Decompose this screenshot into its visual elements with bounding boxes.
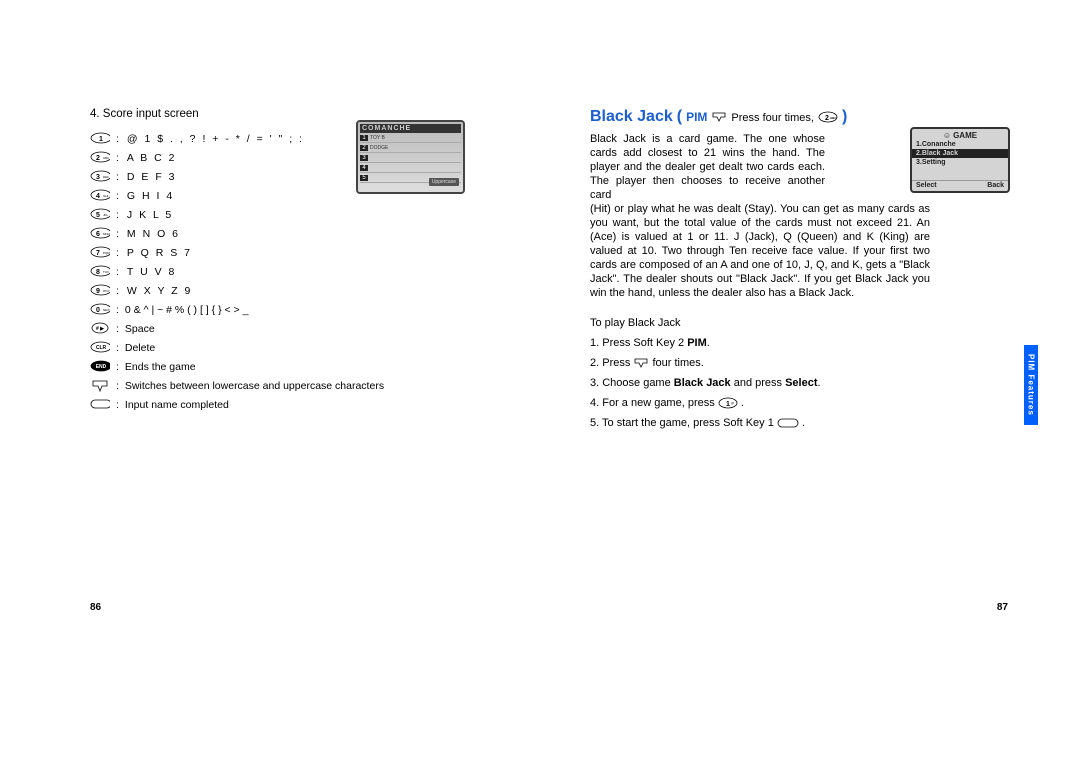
svg-text:END: END [96,364,107,370]
key-mapping-text: :G H I 4 [116,189,174,203]
svg-text:JKL: JKL [103,213,109,217]
svg-text:ABC: ABC [830,116,837,120]
key-ok-icon [90,398,110,410]
key-row: 8TUV :T U V 8 [90,265,480,279]
svg-text:DEF: DEF [103,175,109,179]
svg-text:6: 6 [96,231,100,238]
svg-text:4: 4 [96,193,100,200]
key-mapping-text: :Space [116,322,155,336]
key-mapping-text: :P Q R S 7 [116,246,192,260]
black-jack-intro: Black Jack is a card game. The one whose… [590,132,825,202]
key-mapping-text: :@ 1 $ . , ? ! + - * / = ' " ; : [116,132,304,146]
section-tab: PIM Features [1024,345,1038,425]
key-mapping-text: :0 & ^ | ~ # % ( ) [ ] { } < > _ [116,303,248,317]
key-2-icon: 2ABC [818,108,838,126]
instruction-step: 3. Choose game Black Jack and press Sele… [590,376,1020,390]
key-row: :Switches between lowercase and uppercas… [90,379,480,393]
svg-text:2: 2 [825,115,829,122]
key-row: # ▶ :Space [90,322,480,336]
instruction-step: 2. Press four times. [590,356,1020,370]
key-end-icon: END [90,360,110,372]
svg-text:1: 1 [726,401,730,408]
key-mapping-text: :Switches between lowercase and uppercas… [116,379,384,393]
svg-text:3: 3 [96,174,100,181]
svg-text:MNO: MNO [103,232,110,236]
key-row: :Input name completed [90,398,480,412]
key-row: CLR :Delete [90,341,480,355]
key-row: 7PQRS :P Q R S 7 [90,246,480,260]
svg-text:ABC: ABC [103,156,110,160]
key-7-icon: 7PQRS [90,246,110,258]
screenshot-title: COMANCHE [360,124,461,133]
black-jack-body: (Hit) or play what he was dealt (Stay). … [590,202,930,300]
key-mapping-text: :D E F 3 [116,170,177,184]
key-8-icon: 8TUV [90,265,110,277]
key-6-icon: 6MNO [90,227,110,239]
svg-text:5: 5 [96,212,100,219]
svg-text:CLR: CLR [96,345,107,351]
key-mapping-text: :T U V 8 [116,265,176,279]
key-row: 5JKL :J K L 5 [90,208,480,222]
nav-down-icon [633,356,649,370]
key-0-icon: 0NEXT [90,303,110,315]
key-mapping-text: :A B C 2 [116,151,177,165]
svg-text:PQRS: PQRS [103,251,110,255]
key-row: 9WXYZ :W X Y Z 9 [90,284,480,298]
instructions-header: To play Black Jack [590,316,1020,330]
key-mapping-text: :W X Y Z 9 [116,284,192,298]
svg-text:9: 9 [96,288,100,295]
softkey-icon [777,416,799,430]
instruction-step: 4. For a new game, press 1@ . [590,396,1020,410]
svg-text:8: 8 [96,269,100,276]
black-jack-heading: Black Jack ( PIM Press four times, 2ABC … [590,108,1020,126]
instruction-step: 5. To start the game, press Soft Key 1 . [590,416,1020,430]
key-1-icon: 1 [90,132,110,144]
key-mapping-text: :Input name completed [116,398,229,412]
nav-down-icon [711,108,727,126]
key-special-icon: # ▶ [90,322,110,334]
svg-text:WXYZ: WXYZ [103,289,110,293]
page-number-left: 86 [90,602,101,613]
svg-text:TUV: TUV [103,270,109,274]
instruction-step: 1. Press Soft Key 2 PIM. [590,336,1020,350]
key-clr-icon: CLR [90,341,110,353]
key-mapping-text: :J K L 5 [116,208,173,222]
left-page: 4. Score input screen COMANCHE 1TOY B 2D… [0,0,540,763]
document-spread: 4. Score input screen COMANCHE 1TOY B 2D… [0,0,1080,763]
key-mapping-text: :Delete [116,341,155,355]
key-5-icon: 5JKL [90,208,110,220]
svg-text:GHI: GHI [103,194,109,198]
key-9-icon: 9WXYZ [90,284,110,296]
key-mapping-text: :M N O 6 [116,227,180,241]
key-row: 0NEXT :0 & ^ | ~ # % ( ) [ ] { } < > _ [90,303,480,317]
key-nav-icon [90,379,110,391]
svg-text:2: 2 [96,155,100,162]
score-input-heading: 4. Score input screen [90,108,480,120]
svg-text:@: @ [731,401,734,405]
svg-text:NEXT: NEXT [103,308,110,312]
key-mapping-text: :Ends the game [116,360,196,374]
key-4-icon: 4GHI [90,189,110,201]
key-3-icon: 3DEF [90,170,110,182]
svg-text:7: 7 [96,250,100,257]
svg-text:1: 1 [99,136,103,143]
page-number-right: 87 [997,602,1008,613]
key-row: 6MNO :M N O 6 [90,227,480,241]
svg-text:0: 0 [96,307,100,314]
key-1-icon: 1@ [718,396,738,410]
svg-text:# ▶: # ▶ [96,326,105,332]
key-2-icon: 2ABC [90,151,110,163]
key-row: END :Ends the game [90,360,480,374]
right-page: Black Jack ( PIM Press four times, 2ABC … [540,0,1080,763]
comanche-screenshot: COMANCHE 1TOY B 2DODGE 3 4 5 Uppercase [356,120,465,194]
uppercase-badge: Uppercase [429,178,459,186]
instructions: To play Black Jack 1. Press Soft Key 2 P… [590,316,1020,430]
